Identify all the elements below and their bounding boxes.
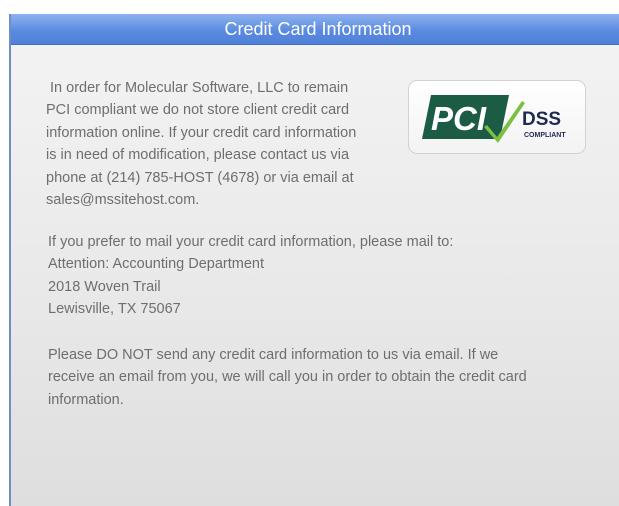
email-warning-paragraph: Please DO NOT send any credit card infor… <box>48 344 608 411</box>
intro-line: PCI compliant we do not store client cre… <box>46 102 350 119</box>
intro-line: In order for Molecular Software, LLC to … <box>46 80 349 96</box>
mailing-instructions: If you prefer to mail your credit card i… <box>48 231 608 321</box>
intro-line: phone at (214) 785-HOST (4678) or via em… <box>46 169 354 186</box>
mail-line: 2018 Woven Trail <box>48 278 161 295</box>
compliant-logo-text: COMPLIANT <box>524 132 566 139</box>
warning-line: receive an email from you, we will call … <box>48 369 527 386</box>
warning-line: information. <box>48 391 124 408</box>
intro-line: information online. If your credit card … <box>46 124 357 141</box>
credit-card-info-panel: Credit Card Information In order for Mol… <box>9 14 619 506</box>
intro-line: is in need of modification, please conta… <box>46 147 350 164</box>
pci-dss-compliant-badge: PCI DSS COMPLIANT <box>408 80 586 154</box>
panel-header: Credit Card Information <box>11 14 619 45</box>
mail-line: Attention: Accounting Department <box>48 256 265 273</box>
intro-paragraph: In order for Molecular Software, LLC to … <box>46 77 396 211</box>
mail-line: If you prefer to mail your credit card i… <box>48 234 454 250</box>
pci-dss-logo-icon: PCI DSS COMPLIANT <box>422 95 566 143</box>
dss-logo-text: DSS <box>522 109 561 130</box>
pci-logo-text: PCI <box>431 100 487 137</box>
panel-title: Credit Card Information <box>224 19 412 39</box>
warning-line: Please DO NOT send any credit card infor… <box>48 347 499 363</box>
mail-line: Lewisville, TX 75067 <box>48 301 181 318</box>
intro-line: sales@mssitehost.com. <box>46 192 200 209</box>
